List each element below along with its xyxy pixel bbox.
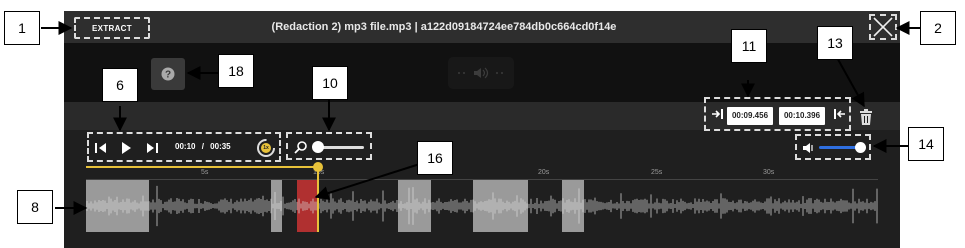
callout-2: 2 [920,11,956,45]
callout-13: 13 [817,26,853,60]
callout-11: 11 [731,29,767,63]
annotated-screenshot: EXTRACT (Redaction 2) mp3 file.mp3 | a12… [0,0,965,248]
callout-14: 14 [908,127,944,161]
callout-8: 8 [17,190,53,224]
callout-1: 1 [4,11,40,45]
callout-18: 18 [218,54,254,88]
callout-10: 10 [312,66,348,100]
callout-16: 16 [417,141,453,175]
callout-6: 6 [102,68,138,102]
